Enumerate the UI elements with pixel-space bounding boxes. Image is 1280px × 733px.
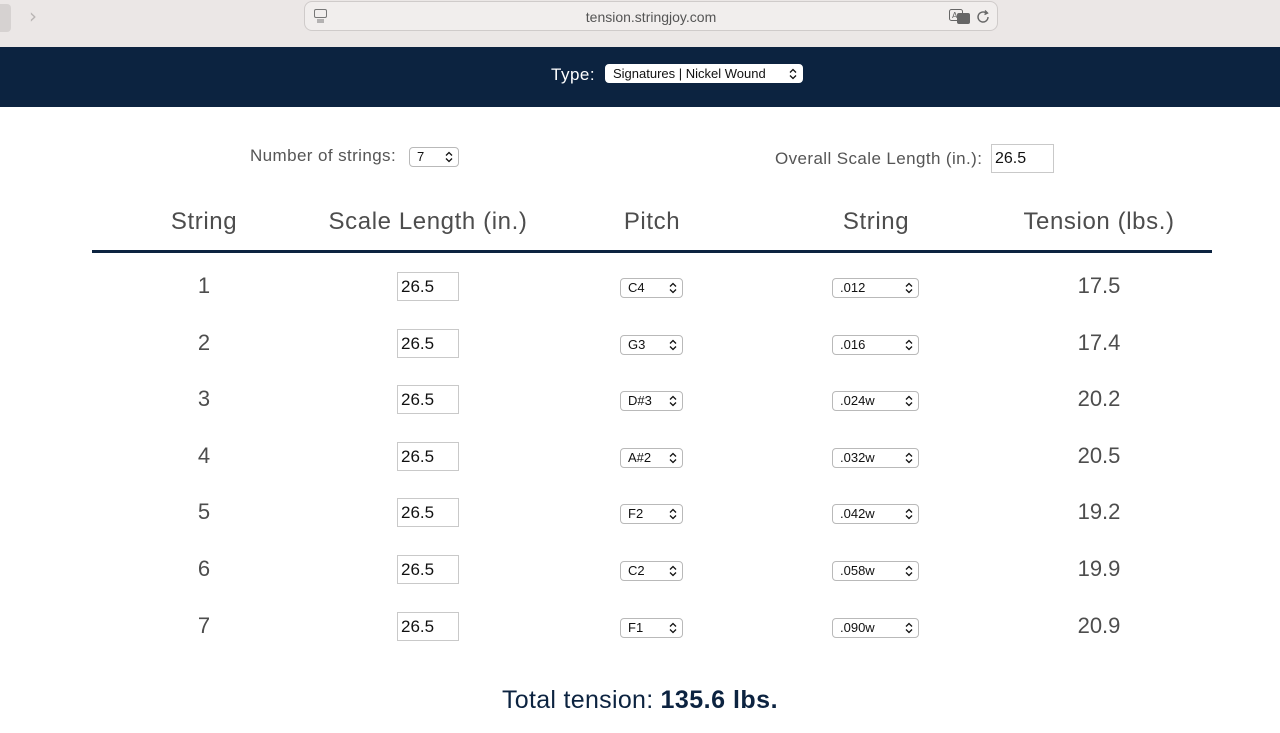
pitch-select[interactable]: G3 [620,335,683,355]
chevron-updown-icon [905,622,913,634]
tension-value: 20.5 [1077,443,1121,468]
pitch-value: F1 [628,620,644,635]
header-string-number: String [170,208,238,235]
address-bar[interactable]: tension.stringjoy.com A [304,1,998,31]
tension-value: 17.4 [1077,330,1121,355]
gauge-value: .042w [840,506,875,521]
chevron-updown-icon [669,565,677,577]
chevron-updown-icon [789,68,797,79]
pitch-value: G3 [628,337,646,352]
type-label: Type: [551,65,596,84]
gauge-select[interactable]: .042w [832,504,919,524]
type-select-value: Signatures | Nickel Wound [613,66,766,81]
gauge-value: .016 [840,337,866,352]
string-number: 2 [197,330,211,355]
pitch-select[interactable]: F2 [620,504,683,524]
chevron-right-icon: › [29,4,37,28]
table-row: 7 26.5 F1 .090w 20.9 [0,612,1280,668]
browser-toolbar: › tension.stringjoy.com A [0,0,1280,47]
chevron-updown-icon [905,452,913,464]
pitch-select[interactable]: C4 [620,278,683,298]
gauge-value: .024w [840,393,875,408]
chevron-updown-icon [669,339,677,351]
gauge-select[interactable]: .024w [832,391,919,411]
num-strings-value: 7 [417,149,425,164]
table-row: 4 26.5 A#2 .032w 20.5 [0,442,1280,498]
string-number: 4 [197,443,211,468]
translate-icon[interactable]: A [949,9,971,25]
site-header: Type: Signatures | Nickel Wound [0,47,1280,107]
num-strings-label: Number of strings: [250,146,397,165]
pitch-value: A#2 [628,450,652,465]
pitch-select[interactable]: C2 [620,561,683,581]
scale-length-input[interactable]: 26.5 [397,442,459,471]
table-row: 6 26.5 C2 .058w 19.9 [0,555,1280,611]
gauge-value: .012 [840,280,866,295]
overall-scale-label: Overall Scale Length (in.): [775,149,983,168]
string-number: 1 [197,273,211,298]
sidebar-tab-stub[interactable] [0,4,11,32]
gauge-value: .090w [840,620,875,635]
scale-length-input[interactable]: 26.5 [397,272,459,301]
overall-scale-input[interactable]: 26.5 [991,144,1054,173]
gauge-select[interactable]: .032w [832,448,919,468]
pitch-value: F2 [628,506,644,521]
header-tension: Tension (lbs.) [1023,208,1175,235]
num-strings-select[interactable]: 7 [409,147,459,167]
string-number: 6 [197,556,211,581]
tension-value: 20.9 [1077,613,1121,638]
gauge-select[interactable]: .058w [832,561,919,581]
forward-button[interactable]: › [22,5,44,27]
string-number: 5 [197,499,211,524]
gauge-value: .058w [840,563,875,578]
chevron-updown-icon [905,508,913,520]
gauge-select[interactable]: .016 [832,335,919,355]
pitch-select[interactable]: D#3 [620,391,683,411]
chevron-updown-icon [905,339,913,351]
chevron-updown-icon [669,622,677,634]
header-divider [92,250,1212,253]
string-number: 7 [197,613,211,638]
pitch-select[interactable]: A#2 [620,448,683,468]
chevron-updown-icon [669,508,677,520]
gauge-select[interactable]: .012 [832,278,919,298]
scale-length-input[interactable]: 26.5 [397,555,459,584]
pitch-value: C2 [628,563,645,578]
header-scale-length: Scale Length (in.) [328,208,528,235]
tension-value: 20.2 [1077,386,1121,411]
chevron-updown-icon [669,452,677,464]
pitch-select[interactable]: F1 [620,618,683,638]
chevron-updown-icon [905,565,913,577]
table-row: 5 26.5 F2 .042w 19.2 [0,498,1280,554]
tension-value: 19.2 [1077,499,1121,524]
scale-length-input[interactable]: 26.5 [397,385,459,414]
gauge-select[interactable]: .090w [832,618,919,638]
pitch-value: C4 [628,280,645,295]
string-number: 3 [197,386,211,411]
chevron-updown-icon [669,282,677,294]
tension-value: 19.9 [1077,556,1121,581]
table-row: 1 26.5 C4 .012 17.5 [0,272,1280,328]
table-row: 3 26.5 D#3 .024w 20.2 [0,385,1280,441]
pitch-value: D#3 [628,393,652,408]
total-tension-value: 135.6 lbs. [660,686,779,714]
header-pitch: Pitch [623,208,681,235]
url-text: tension.stringjoy.com [585,9,717,25]
scale-length-input[interactable]: 26.5 [397,612,459,641]
gauge-value: .032w [840,450,875,465]
tension-value: 17.5 [1077,273,1121,298]
type-select[interactable]: Signatures | Nickel Wound [605,64,803,83]
svg-text:A: A [952,11,958,20]
chevron-updown-icon [669,395,677,407]
scale-length-input[interactable]: 26.5 [397,329,459,358]
table-row: 2 26.5 G3 .016 17.4 [0,329,1280,385]
header-string-gauge: String [842,208,910,235]
chevron-updown-icon [905,282,913,294]
reload-icon[interactable] [975,9,991,25]
total-tension-label: Total tension: [501,686,654,714]
total-tension: Total tension: 135.6 lbs. [0,686,1280,715]
scale-length-input[interactable]: 26.5 [397,498,459,527]
chevron-updown-icon [445,151,453,163]
chevron-updown-icon [905,395,913,407]
